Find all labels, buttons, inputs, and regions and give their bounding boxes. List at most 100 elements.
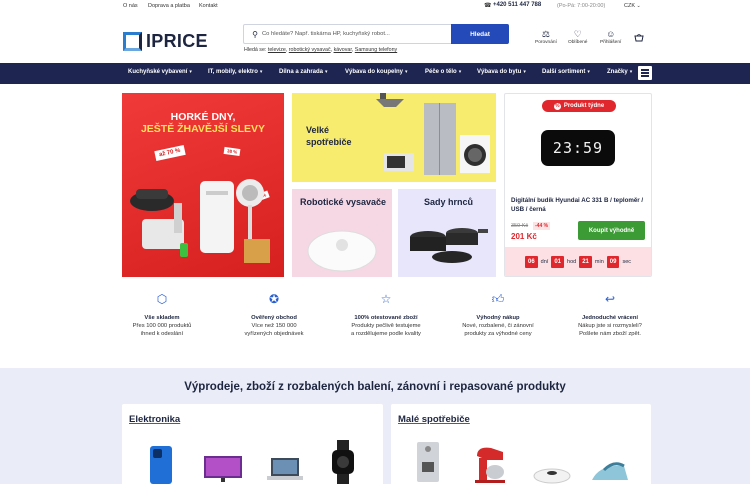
logo-mark-icon (123, 32, 142, 51)
favorites-button[interactable]: ♡ Oblíbené (568, 29, 587, 45)
countdown-days: 06 (524, 255, 538, 268)
chevron-down-icon: ▾ (405, 69, 408, 75)
product-name[interactable]: Digitální budík Hyundai AC 331 B / teplo… (511, 196, 649, 214)
chevron-down-icon: ▾ (259, 69, 263, 75)
feature-text: Produkty pečlivě testujeme (351, 323, 421, 329)
watch-icon[interactable] (322, 432, 364, 484)
cart-icon (634, 34, 644, 42)
nav-label: Výbava do bytu (477, 69, 522, 75)
countdown-minutes: 21 (579, 255, 592, 268)
heart-icon: ♡ (573, 29, 582, 39)
phone-icon[interactable] (140, 432, 182, 484)
countdown-unit: dní (540, 258, 549, 265)
hamburger-menu-icon[interactable] (638, 66, 652, 80)
robot-vacuum-icon[interactable] (531, 432, 573, 484)
phone-number[interactable]: +420 511 447 788 (493, 2, 541, 8)
category-card-electronics[interactable]: Elektronika (122, 404, 383, 494)
search-bar[interactable]: ⚲ Co hledáte? Např. tiskárna HP, kuchyňs… (243, 24, 509, 44)
category-title[interactable]: Elektronika (129, 414, 180, 425)
nav-label: Další sortiment (542, 69, 586, 75)
search-hint-prefix: Hledá se: (244, 47, 267, 53)
nav-item-other[interactable]: Další sortiment ▾ (542, 69, 590, 75)
feature-title: Jednoduché vrácení (581, 315, 639, 321)
nav-label: Péče o tělo (425, 69, 457, 75)
buy-button[interactable]: Koupit výhodně (578, 221, 645, 240)
feature-text: produkty za výhodné ceny (464, 331, 532, 337)
feature-text: a rozdělujeme podle kvality (351, 331, 421, 337)
nav-item-home[interactable]: Výbava do bytu ▾ (477, 69, 526, 75)
link-shipping[interactable]: Doprava a platba (148, 3, 190, 9)
product-of-week-card[interactable]: % Produkt týdne 23:59 Digitální budík Hyu… (504, 93, 652, 277)
search-button[interactable]: Hledat (451, 24, 509, 44)
feature-title: 100% otestované zboží (354, 315, 418, 321)
feature-title: Ověřený obchod (251, 315, 297, 321)
feature-text: ihned k odeslání (140, 331, 184, 337)
banner-pot-sets[interactable]: Sady hrnců (398, 189, 496, 277)
currency-select[interactable]: CZK ⌄ (624, 3, 641, 9)
link-about[interactable]: O nás (123, 3, 138, 9)
feature-tested: ☆ 100% otestované zboží Produkty pečlivě… (326, 290, 446, 338)
product-image[interactable]: 23:59 (541, 130, 615, 166)
category-title[interactable]: Malé spotřebiče (398, 414, 470, 425)
appliances-illustration-icon (130, 179, 270, 263)
compare-icon: ⚖ (541, 29, 550, 39)
thumbs-up-icon: 👍︎ (491, 292, 505, 306)
feature-in-stock: ⬡ Vše skladem Přes 100 000 produktů ihne… (102, 290, 222, 338)
suggestion-link[interactable]: kávovar (334, 47, 352, 53)
nav-item-it[interactable]: IT, mobily, elektro ▾ (208, 69, 262, 75)
chevron-down-icon: ▾ (458, 69, 462, 75)
suggestion-link[interactable]: robotický vysavač (289, 47, 331, 53)
appliances-icon (376, 93, 490, 175)
compare-button[interactable]: ⚖ Porovnání (535, 29, 557, 45)
banner-large-title-2: spotřebiče (306, 137, 352, 147)
countdown-unit: sec (622, 258, 632, 265)
laptop-icon[interactable] (264, 432, 306, 484)
feature-text: Více než 150 000 (251, 323, 297, 329)
feature-title: Výhodný nákup (476, 315, 520, 321)
countdown-seconds: 09 (606, 255, 620, 268)
opening-hours: (Po-Pá: 7:00-20:00) (557, 3, 606, 9)
return-icon: ↩ (604, 292, 616, 306)
feature-text: vyřízených objednávek (244, 331, 304, 337)
tag-label: Produkt týdne (563, 103, 605, 109)
chevron-down-icon: ▾ (325, 69, 328, 75)
robot-vacuum-icon (307, 230, 377, 272)
nav-item-bathroom[interactable]: Výbava do koupelny ▾ (345, 69, 408, 75)
countdown-unit: hod (567, 258, 577, 265)
box-icon: ⬡ (156, 292, 168, 306)
favorites-label: Oblíbené (568, 40, 588, 45)
banner-hot-days[interactable]: HORKÉ DNY, JEŠTĚ ŽHAVĚJŠÍ SLEVY až 70 % … (122, 93, 284, 277)
sale-section: Výprodeje, zboží z rozbalených balení, z… (0, 368, 750, 494)
cart-button[interactable] (634, 33, 644, 43)
feature-text: Pošlete nám zboží zpět. (579, 331, 641, 337)
countdown-timer: 06 dní 01 hod 21 min 09 sec (505, 247, 651, 276)
food-mixer-icon[interactable] (469, 432, 511, 484)
feature-verified-shop: ✪ Ověřený obchod Více než 150 000 vyříze… (214, 290, 334, 338)
banner-large-appliances[interactable]: Velké spotřebiče (292, 93, 496, 182)
nav-item-brands[interactable]: Značky ▾ (607, 69, 632, 75)
suggestion-link[interactable]: televize (268, 47, 286, 53)
banner-robot-vacuums[interactable]: Robotické vysavače (292, 189, 392, 277)
feature-easy-return: ↩ Jednoduché vrácení Nákup jste si rozmy… (550, 290, 670, 338)
feature-text: Přes 100 000 produktů (132, 323, 192, 329)
category-card-small-appliances[interactable]: Malé spotřebiče (391, 404, 651, 494)
login-button[interactable]: ☺ Přihlášení (600, 29, 621, 45)
logo[interactable]: IPRICE (123, 31, 208, 52)
logo-text: IPRICE (146, 31, 208, 51)
discount-badge: -44 % (533, 222, 551, 230)
nav-label: IT, mobily, elektro (208, 69, 258, 75)
coffee-machine-icon[interactable] (407, 432, 449, 484)
feature-text: Nákup jste si rozmysleli? (578, 323, 642, 329)
nav-item-kitchen[interactable]: Kuchyňské vybavení ▾ (128, 69, 192, 75)
search-suggestions: Hledá se: televize, robotický vysavač, k… (244, 47, 398, 53)
link-contact[interactable]: Kontakt (199, 3, 218, 9)
banner-large-title-1: Velké (306, 125, 330, 135)
nav-item-body-care[interactable]: Péče o tělo ▾ (425, 69, 461, 75)
compare-label: Porovnání (535, 40, 557, 45)
badge-icon: ✪ (268, 292, 280, 306)
suggestion-link[interactable]: Samsung telefony (355, 47, 397, 53)
iron-icon[interactable] (589, 432, 631, 484)
search-input[interactable]: Co hledáte? Např. tiskárna HP, kuchyňský… (262, 31, 390, 37)
tv-icon[interactable] (202, 432, 244, 484)
nav-item-workshop[interactable]: Dílna a zahrada ▾ (279, 69, 328, 75)
